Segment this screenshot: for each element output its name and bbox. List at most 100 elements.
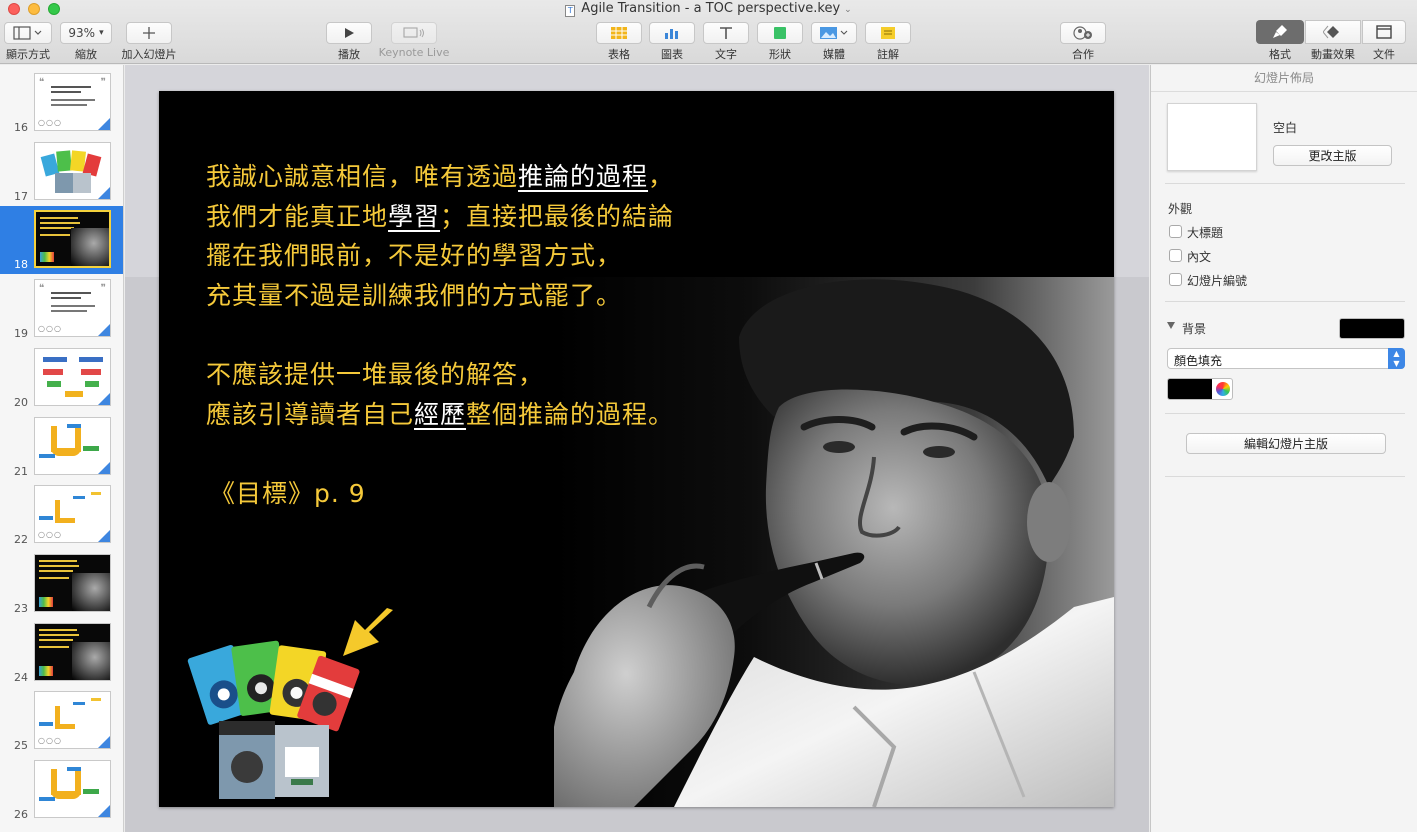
paragraph1-line: 我們才能真正地學習；直接把最後的結論 xyxy=(206,197,674,237)
text-run: 我們才能真正地 xyxy=(206,201,389,231)
play-icon xyxy=(345,28,354,38)
slide-thumbnail-item[interactable]: 20 xyxy=(0,344,123,412)
view-button[interactable] xyxy=(4,22,52,44)
master-name: 空白 xyxy=(1273,121,1298,135)
slide-number: 22 xyxy=(14,533,28,547)
background-heading: 背景 xyxy=(1182,322,1207,336)
animate-diamond-icon xyxy=(1323,25,1339,39)
table-button[interactable] xyxy=(596,22,642,44)
change-master-button[interactable]: 更改主版 xyxy=(1273,145,1392,166)
slide-thumbnail-item[interactable]: 26 xyxy=(0,756,123,824)
paragraph1-line: 我誠心誠意相信，唯有透過推論的過程， xyxy=(206,157,674,197)
format-inspector: 幻燈片佈局 空白 更改主版 外觀 大標題 內文 幻燈片編號 背景 顏色填充 ▲ ▼… xyxy=(1150,65,1417,832)
slide-thumbnail-image xyxy=(34,416,111,475)
title-checkbox[interactable] xyxy=(1169,225,1182,238)
comment-label: 註解 xyxy=(877,48,899,61)
slide-thumbnail-item[interactable]: 25 ○○○ xyxy=(0,687,123,755)
book-covers-image[interactable] xyxy=(179,639,374,807)
zoom-select[interactable]: 93% ▾ xyxy=(60,22,112,44)
underlined-text: 經歷 xyxy=(414,399,467,429)
keynote-live-icon xyxy=(403,27,424,38)
zoom-value: 93% xyxy=(68,26,96,40)
zoom-label: 縮放 xyxy=(75,48,97,61)
background-disclosure-triangle-icon[interactable] xyxy=(1167,322,1175,329)
media-icon xyxy=(820,27,848,39)
fill-type-select[interactable]: 顏色填充 ▲ ▼ xyxy=(1167,348,1405,369)
divider xyxy=(1165,476,1405,477)
text-button[interactable] xyxy=(703,22,749,44)
slide-thumbnail-item[interactable]: 18 xyxy=(0,206,123,275)
fill-color-well[interactable] xyxy=(1167,378,1233,400)
chart-button[interactable] xyxy=(649,22,695,44)
table-icon xyxy=(611,27,627,39)
media-button[interactable] xyxy=(811,22,857,44)
slide-number: 17 xyxy=(14,189,28,203)
text-run: 不應該提供一堆最後的解答， xyxy=(206,360,545,389)
color-wheel-icon[interactable] xyxy=(1216,382,1230,396)
text-run: 我誠心誠意相信，唯有透過 xyxy=(206,162,519,191)
animate-tab[interactable] xyxy=(1305,20,1361,44)
slide-number: 23 xyxy=(14,601,28,615)
collaborate-label: 合作 xyxy=(1072,48,1094,61)
text-icon xyxy=(720,27,732,39)
sidebar-view-icon xyxy=(13,26,42,40)
slide-thumbnail-image xyxy=(34,760,111,818)
title-chevron-down-icon[interactable]: ⌄ xyxy=(844,5,852,15)
format-tab[interactable] xyxy=(1256,20,1304,44)
underlined-text: 學習 xyxy=(388,201,441,231)
paragraph1-line: 充其量不過是訓練我們的方式罷了。 xyxy=(206,276,674,316)
slide-number: 25 xyxy=(14,739,28,753)
animate-label: 動畫效果 xyxy=(1311,48,1355,61)
media-label: 媒體 xyxy=(823,48,845,61)
comment-button[interactable] xyxy=(865,22,911,44)
document-tab[interactable] xyxy=(1362,20,1406,44)
slide-thumbnail-item[interactable]: 19 ❝ ❞ ○○○ xyxy=(0,275,123,343)
appearance-heading: 外觀 xyxy=(1168,202,1193,216)
collaborate-button[interactable] xyxy=(1060,22,1106,44)
document-icon xyxy=(1376,25,1392,39)
inspector-title: 幻燈片佈局 xyxy=(1151,65,1417,92)
play-button[interactable] xyxy=(326,22,372,44)
comment-icon xyxy=(881,27,895,39)
slide-number: 26 xyxy=(14,808,28,821)
slide-thumbnail-item[interactable]: 21 xyxy=(0,413,123,481)
keynote-live-button[interactable] xyxy=(391,22,437,44)
slide-thumbnail-image xyxy=(34,347,111,406)
text-label: 文字 xyxy=(715,48,737,61)
add-slide-button[interactable] xyxy=(126,22,172,44)
edit-slide-master-button[interactable]: 編輯幻燈片主版 xyxy=(1186,433,1386,454)
paragraph1-line: 擺在我們眼前，不是好的學習方式， xyxy=(206,236,674,276)
slide-thumbnail-item[interactable]: 24 xyxy=(0,619,123,687)
master-thumbnail[interactable] xyxy=(1167,103,1257,171)
text-run: 充其量不過是訓練我們的方式罷了。 xyxy=(206,280,623,310)
slide-thumbnail-image xyxy=(34,210,111,269)
body-checkbox[interactable] xyxy=(1169,249,1182,262)
quote-paragraph-1: 我誠心誠意相信，唯有透過推論的過程， 我們才能真正地學習；直接把最後的結論 擺在我們… xyxy=(206,157,674,315)
background-color-swatch[interactable] xyxy=(1339,318,1405,339)
format-label: 格式 xyxy=(1269,48,1291,61)
paragraph2-line: 不應該提供一堆最後的解答， xyxy=(206,355,674,395)
keynote-live-label: Keynote Live xyxy=(378,46,450,59)
text-run: 應該引導讀者自己 xyxy=(206,399,415,429)
current-slide[interactable]: 我誠心誠意相信，唯有透過推論的過程， 我們才能真正地學習；直接把最後的結論 擺在我們… xyxy=(159,91,1114,807)
slide-number: 19 xyxy=(14,327,28,341)
title-checkbox-label: 大標題 xyxy=(1187,226,1224,240)
text-run: ；直接把最後的結論 xyxy=(440,201,675,231)
divider xyxy=(1165,413,1405,414)
slide-thumbnail-image xyxy=(34,141,111,200)
quote-source: 《目標》p. 9 xyxy=(210,479,366,508)
slide-number: 20 xyxy=(14,395,28,409)
slide-thumbnail-item[interactable]: 17 xyxy=(0,138,123,206)
divider xyxy=(1165,301,1405,302)
slide-number-checkbox[interactable] xyxy=(1169,273,1182,286)
slide-thumbnail-item[interactable]: 22 ○○○ xyxy=(0,481,123,549)
table-label: 表格 xyxy=(608,48,630,61)
keynote-document-icon: T xyxy=(565,5,576,17)
add-slide-label: 加入幻燈片 xyxy=(121,48,177,61)
shape-button[interactable] xyxy=(757,22,803,44)
slide-quote-text[interactable]: 我誠心誠意相信，唯有透過推論的過程， 我們才能真正地學習；直接把最後的結論 擺在我們… xyxy=(206,157,674,514)
toolbar: T Agile Transition - a TOC perspective.ke… xyxy=(0,0,1417,64)
slide-thumbnail-item[interactable]: 16 ❝ ❞ ○○○ xyxy=(0,69,123,137)
slide-thumbnail-item[interactable]: 23 xyxy=(0,550,123,618)
text-run: ， xyxy=(648,162,675,191)
